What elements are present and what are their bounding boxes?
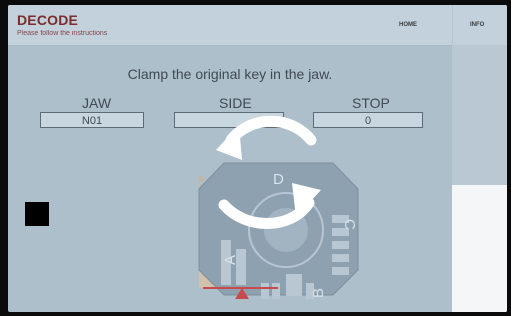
right-panel-lower	[452, 185, 507, 312]
alignment-arrow-icon	[235, 288, 249, 299]
jaw-label: JAW	[82, 95, 112, 111]
right-panel-upper	[452, 45, 507, 185]
dial-slot-left-2	[236, 249, 246, 285]
rotate-arrows-icon[interactable]	[196, 105, 336, 235]
instruction-text: Clamp the original key in the jaw.	[127, 66, 333, 82]
dial-mark-bottom-1	[261, 283, 269, 299]
dial-letter-b: B	[310, 288, 327, 298]
app-window: DECODE Please follow the instructions HO…	[8, 5, 507, 312]
dial-mark-right-4	[332, 254, 349, 262]
dial-slot-left	[221, 240, 231, 285]
page-title: DECODE	[17, 12, 79, 28]
page-subtitle: Please follow the instructions	[17, 30, 108, 37]
dial-mark-right-3	[332, 241, 349, 249]
home-button[interactable]: HOME	[399, 22, 417, 28]
jaw-field[interactable]: N01	[40, 112, 144, 128]
info-button[interactable]: INFO	[470, 22, 484, 28]
dial-slot-bottom	[286, 274, 302, 296]
dial-mark-bottom-3	[306, 283, 314, 299]
header: DECODE Please follow the instructions HO…	[8, 5, 507, 46]
dial-mark-right-5	[332, 267, 349, 275]
stop-label: STOP	[352, 95, 390, 111]
dial-letter-c: C	[341, 219, 358, 230]
right-panel	[452, 45, 507, 312]
header-divider	[452, 5, 453, 45]
dial-mark-bottom-2	[272, 283, 280, 299]
dial-letter-a: A	[222, 255, 239, 265]
stop-button[interactable]	[25, 202, 49, 226]
